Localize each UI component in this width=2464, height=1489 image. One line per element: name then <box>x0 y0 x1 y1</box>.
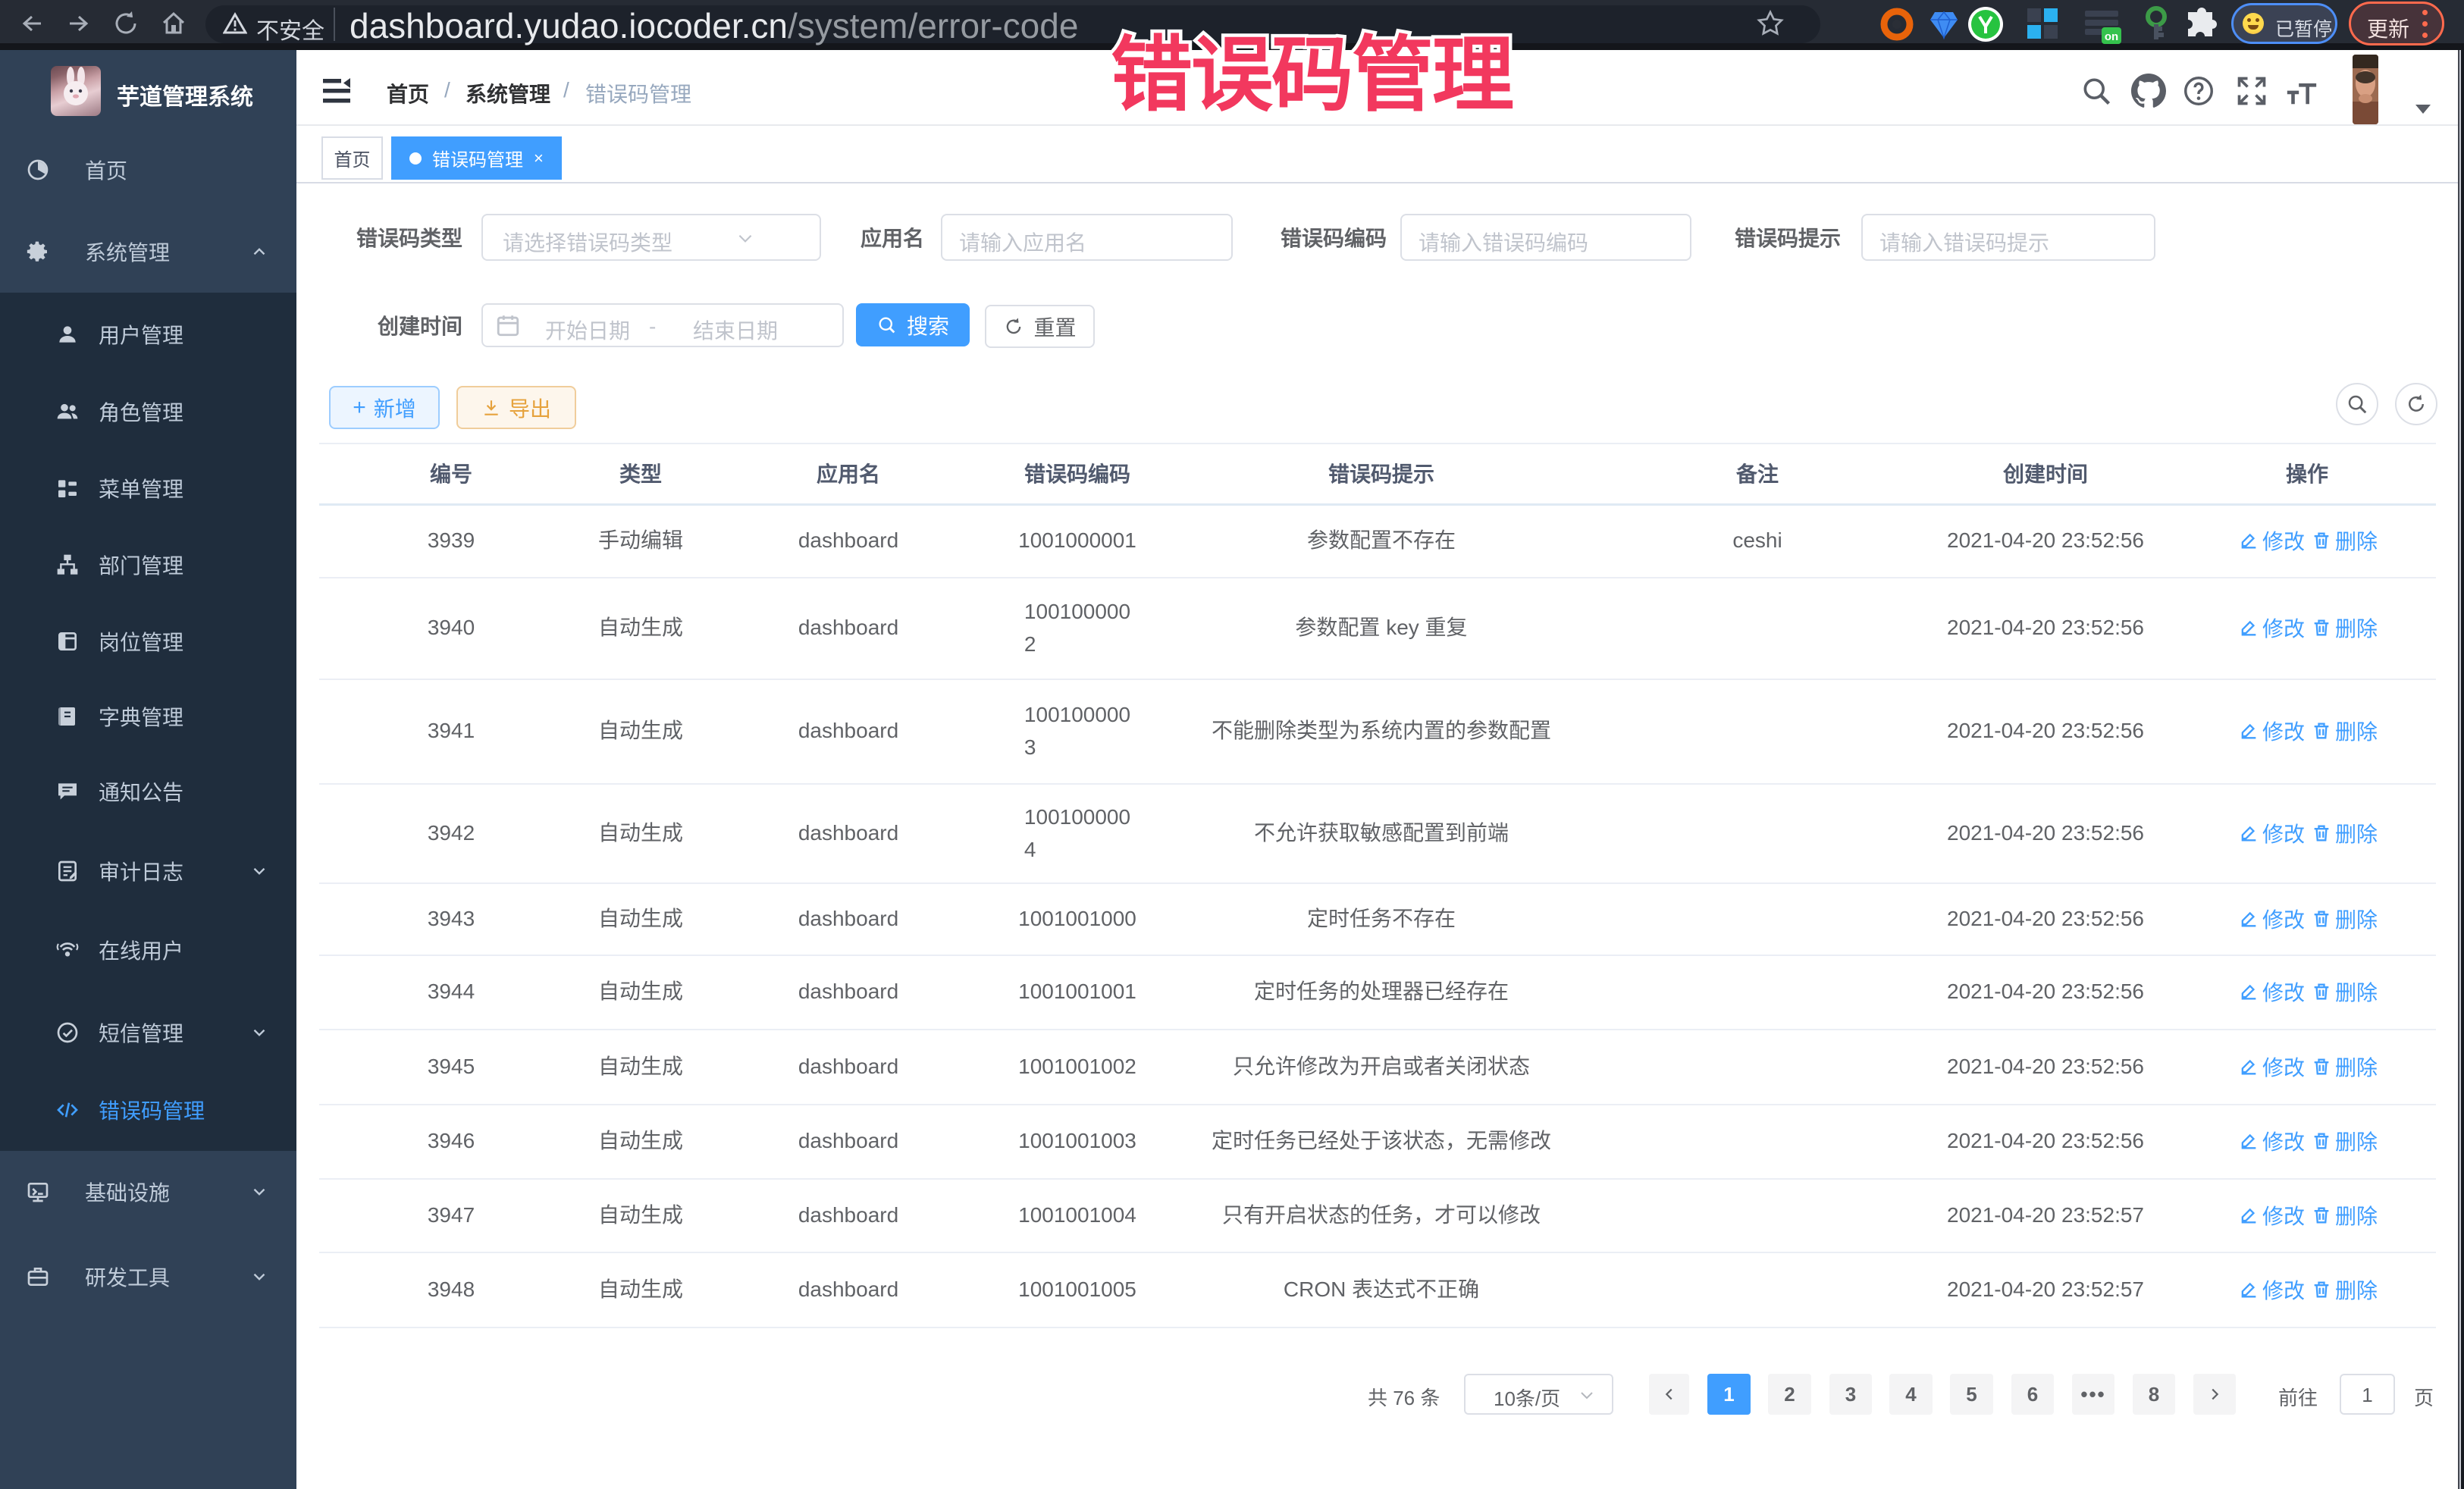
svg-text:on: on <box>2105 30 2118 43</box>
